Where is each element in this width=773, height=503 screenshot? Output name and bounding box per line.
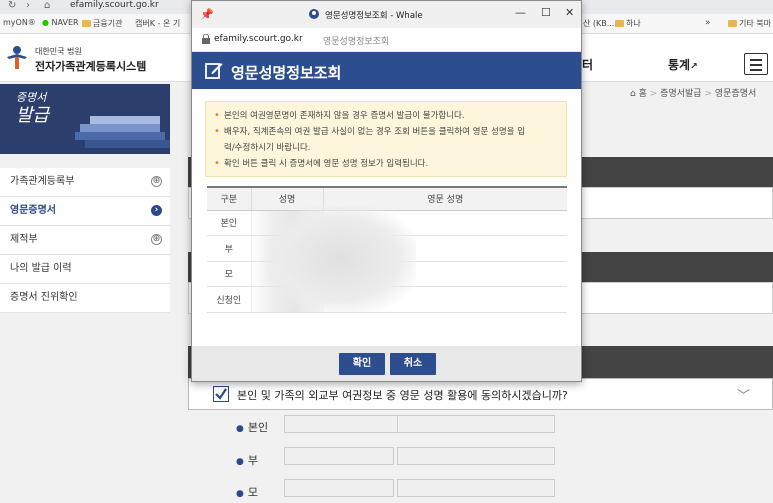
notice-line: 본인의 여권영문명이 존재하지 않을 경우 증명서 발급이 불가합니다.: [214, 108, 558, 124]
notice-box: 본인의 여권영문명이 존재하지 않을 경우 증명서 발급이 불가합니다. 배우자…: [205, 101, 567, 177]
maximize-icon[interactable]: ☐: [541, 6, 551, 19]
english-name-input[interactable]: [397, 479, 555, 497]
logo-subtitle: 대한민국 법원: [35, 47, 82, 56]
bookmark-folder[interactable]: 하나: [615, 18, 641, 29]
home-icon[interactable]: ⌂: [44, 0, 50, 11]
name-input[interactable]: [284, 479, 394, 497]
popup-heading: 영문성명정보조회: [231, 64, 342, 82]
close-icon[interactable]: ✕: [565, 6, 574, 19]
popup-url-title: 영문성명정보조회: [323, 37, 390, 47]
sidebar-banner: 증명서 발급: [0, 84, 170, 154]
logo-title[interactable]: 전자가족관계등록시스템: [35, 58, 146, 74]
folder-icon: [615, 20, 624, 27]
popup-url-domain: efamily.scourt.go.kr: [214, 34, 303, 44]
bookmark-folder[interactable]: 금융기관: [82, 18, 122, 29]
row-kind: 신청인: [207, 286, 252, 313]
field-row-self: ● 본인: [236, 421, 269, 434]
bookmark-item[interactable]: 산 (KB...: [583, 18, 614, 29]
field-row-father: ● 부: [236, 454, 258, 467]
notice-line: 배우자, 직계존속의 여권 발급 사실이 없는 경우 조회 버튼을 클릭하여 영…: [214, 124, 558, 140]
sidebar-item-family-register[interactable]: 가족관계등록부 ⊕: [0, 168, 170, 197]
address-bar[interactable]: efamily.scourt.go.kr: [70, 0, 159, 10]
agree-consent-row[interactable]: 본인 및 가족의 외교부 여권정보 중 영문 성명 활용에 동의하시겠습니까? …: [188, 378, 773, 410]
popup-address-bar[interactable]: efamily.scourt.go.kr 영문성명정보조회: [192, 28, 581, 52]
bookmark-item[interactable]: ● NAVER: [42, 18, 79, 27]
bookmark-item[interactable]: myON®: [3, 18, 36, 27]
sidebar-item-verify[interactable]: 증명서 진위확인: [0, 284, 170, 313]
bookmark-item[interactable]: 캡버K - 온 기: [135, 18, 180, 29]
popup-window-title: 영문성명정보조회 - Whale: [325, 11, 423, 21]
chevron-right-icon: ›: [151, 205, 162, 216]
row-kind: 부: [207, 235, 252, 262]
popup-footer: 확인 취소: [192, 346, 581, 381]
edit-icon: [205, 63, 223, 79]
notice-line: 력/수정하시기 바랍니다.: [224, 143, 311, 153]
english-name-input[interactable]: [397, 447, 555, 465]
nav-item-stats[interactable]: 통계↗: [668, 56, 698, 73]
naver-icon: ●: [42, 18, 49, 27]
folder-icon: [728, 20, 737, 27]
external-link-icon: ↗: [690, 62, 698, 72]
banner-title: 증명서 발급: [16, 91, 50, 126]
nav-item[interactable]: 터: [582, 56, 593, 73]
folder-icon: [82, 20, 91, 27]
minimize-icon[interactable]: —: [515, 6, 526, 19]
consent-label: 본인 및 가족의 외교부 여권정보 중 영문 성명 활용에 동의하시겠습니까?: [237, 389, 568, 402]
field-row-mother: ● 모: [236, 486, 258, 499]
row-kind: 모: [207, 261, 252, 287]
sidebar-item-my-history[interactable]: 나의 발급 이력: [0, 255, 170, 284]
checkmark-icon: [215, 388, 227, 400]
popup-titlebar[interactable]: 📌 영문성명정보조회 - Whale — ☐ ✕: [192, 1, 581, 28]
plus-circle-icon: ⊕: [151, 176, 162, 187]
blurred-region: [264, 206, 416, 312]
breadcrumb: ⌂ 홈 > 증명서발급 > 영문증명서: [630, 89, 757, 99]
popup-header: 영문성명정보조회: [192, 52, 581, 89]
bookmark-folder[interactable]: 기타 북마: [728, 18, 771, 29]
notice-line: 확인 버튼 클릭 시 증명서에 영문 성명 정보가 입력됩니다.: [214, 156, 558, 172]
lock-icon: [202, 34, 210, 44]
home-icon[interactable]: ⌂: [630, 89, 636, 99]
row-kind: 본인: [207, 210, 252, 236]
column-header: 구분: [207, 186, 252, 211]
cancel-button[interactable]: 취소: [390, 353, 436, 375]
sidebar-item-english-cert[interactable]: 영문증명서 ›: [0, 197, 170, 226]
pin-icon[interactable]: 📌: [200, 8, 214, 21]
court-logo-icon: [7, 46, 27, 69]
chevron-down-icon[interactable]: ﹀: [737, 385, 750, 404]
menu-button[interactable]: [744, 53, 768, 75]
consent-checkbox[interactable]: [213, 386, 229, 402]
confirm-button[interactable]: 확인: [339, 353, 385, 375]
popup-window: 📌 영문성명정보조회 - Whale — ☐ ✕ efamily.scourt.…: [191, 0, 582, 382]
plus-circle-icon: ⊕: [151, 234, 162, 245]
sidebar-item-removal-register[interactable]: 제적부 ⊕: [0, 226, 170, 255]
refresh-icon[interactable]: ↻: [8, 0, 16, 11]
forward-icon[interactable]: ›: [26, 0, 30, 11]
bookmarks-more[interactable]: »: [705, 18, 711, 28]
whale-browser-icon: [309, 9, 319, 19]
books-illustration-icon: [75, 116, 170, 148]
english-name-input[interactable]: [397, 415, 555, 433]
sidebar-menu: 가족관계등록부 ⊕ 영문증명서 › 제적부 ⊕ 나의 발급 이력 증명서 진위확…: [0, 168, 170, 313]
name-input[interactable]: [284, 447, 394, 465]
